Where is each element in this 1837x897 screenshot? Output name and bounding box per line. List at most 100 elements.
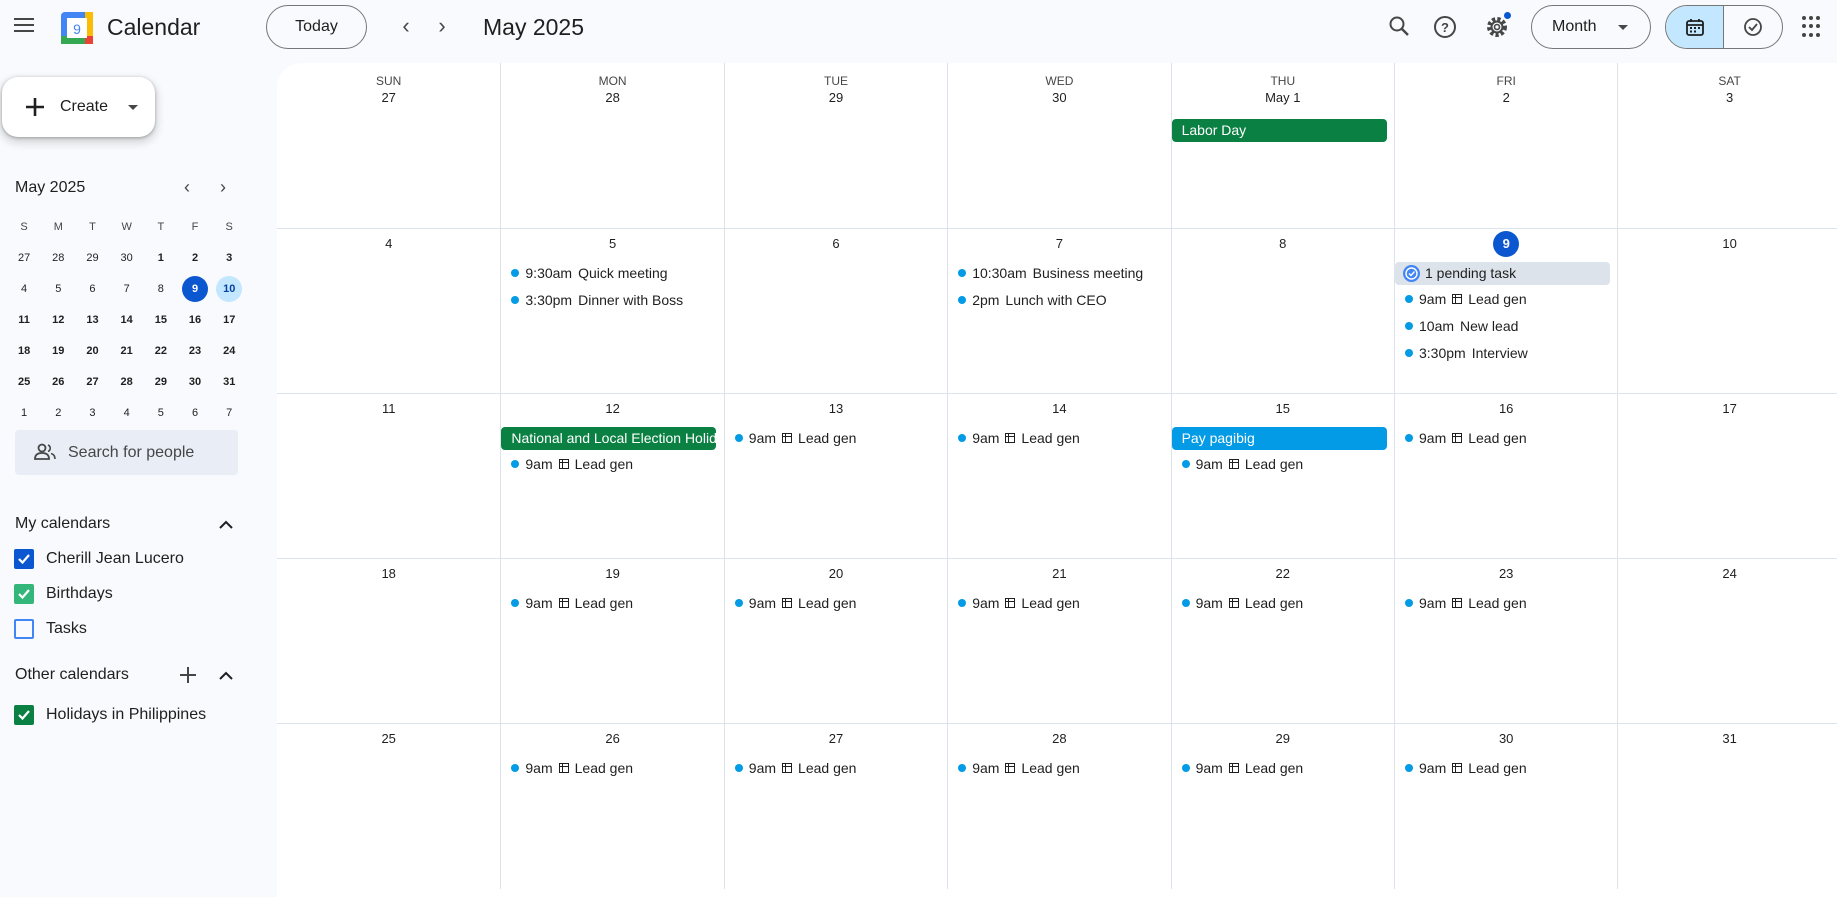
mini-calendar-day[interactable]: 8 <box>144 273 178 304</box>
mini-calendar-day[interactable]: 1 <box>7 397 41 428</box>
mini-calendar-day[interactable]: 21 <box>110 335 144 366</box>
date-number[interactable]: 10 <box>1618 231 1837 257</box>
mini-calendar-prev-chevron-icon[interactable]: ‹ <box>184 177 190 198</box>
mini-calendar-day[interactable]: 29 <box>75 242 109 273</box>
day-cell[interactable]: 16 9am Lead gen <box>1394 394 1617 559</box>
date-number[interactable]: 29 <box>1172 726 1394 752</box>
mini-calendar-day[interactable]: 24 <box>212 335 246 366</box>
day-cell[interactable]: 8 <box>1170 229 1394 394</box>
day-cell[interactable]: 19 9am Lead gen <box>500 559 723 724</box>
mini-calendar-day[interactable]: 14 <box>110 304 144 335</box>
date-number[interactable]: 3 <box>1618 85 1837 111</box>
mini-calendar-day[interactable]: 27 <box>75 366 109 397</box>
mini-calendar-day[interactable]: 19 <box>41 335 75 366</box>
collapse-other-calendars-chevron-up-icon[interactable] <box>218 668 234 684</box>
timed-event[interactable]: 9am Lead gen <box>1181 757 1392 779</box>
day-cell[interactable]: 10 <box>1617 229 1837 394</box>
calendar-view-toggle[interactable] <box>1666 6 1725 48</box>
day-cell[interactable]: 24 <box>1617 559 1837 724</box>
checked-checkbox[interactable] <box>14 549 34 569</box>
day-cell[interactable]: FRI 2 <box>1394 63 1617 228</box>
timed-event[interactable]: 9am Lead gen <box>511 592 721 614</box>
timed-event[interactable]: 9am Lead gen <box>958 757 1168 779</box>
day-cell[interactable]: SUN 27 <box>277 63 500 228</box>
help-icon[interactable]: ? <box>1430 12 1460 42</box>
mini-calendar-day[interactable]: 20 <box>75 335 109 366</box>
today-button[interactable]: Today <box>266 5 367 49</box>
date-number[interactable]: 12 <box>501 396 723 422</box>
mini-calendar-day[interactable]: 23 <box>178 335 212 366</box>
date-number[interactable]: 25 <box>277 726 500 752</box>
date-number[interactable]: 27 <box>277 85 500 111</box>
create-button[interactable]: Create <box>2 77 155 137</box>
timed-event[interactable]: 9am Lead gen <box>1181 453 1392 475</box>
day-cell[interactable]: 22 9am Lead gen <box>1170 559 1394 724</box>
day-cell[interactable]: 28 9am Lead gen <box>947 724 1170 889</box>
day-cell[interactable]: 14 9am Lead gen <box>947 394 1170 559</box>
date-number[interactable]: 26 <box>501 726 723 752</box>
date-number[interactable]: 27 <box>725 726 947 752</box>
timed-event[interactable]: 9am Lead gen <box>958 427 1168 449</box>
day-cell[interactable]: 17 <box>1617 394 1837 559</box>
timed-event[interactable]: 3:30pm Dinner with Boss <box>511 289 721 311</box>
timed-event[interactable]: 2pm Lunch with CEO <box>958 289 1168 311</box>
search-icon[interactable] <box>1384 12 1414 42</box>
mini-calendar-day[interactable]: 4 <box>110 397 144 428</box>
unchecked-checkbox[interactable] <box>14 619 34 639</box>
mini-calendar-day[interactable]: 25 <box>7 366 41 397</box>
timed-event[interactable]: 9am Lead gen <box>734 592 945 614</box>
mini-calendar-day[interactable]: 16 <box>178 304 212 335</box>
date-number[interactable]: 20 <box>725 561 947 587</box>
checked-checkbox[interactable] <box>14 584 34 604</box>
mini-calendar-day[interactable]: 1 <box>144 242 178 273</box>
date-number[interactable]: 2 <box>1395 85 1617 111</box>
timed-event[interactable]: 9am Lead gen <box>1405 288 1615 310</box>
mini-calendar-day[interactable]: 27 <box>7 242 41 273</box>
date-number[interactable]: 17 <box>1618 396 1837 422</box>
next-period-chevron-icon[interactable]: › <box>430 14 454 38</box>
checked-checkbox[interactable] <box>14 705 34 725</box>
date-number[interactable]: 13 <box>725 396 947 422</box>
date-number[interactable]: 30 <box>1395 726 1617 752</box>
calendar-list-item[interactable]: Cherill Jean Lucero <box>14 546 254 570</box>
previous-period-chevron-icon[interactable]: ‹ <box>394 14 418 38</box>
day-cell[interactable]: 21 9am Lead gen <box>947 559 1170 724</box>
day-cell[interactable]: 27 9am Lead gen <box>723 724 947 889</box>
timed-event[interactable]: 9am Lead gen <box>511 757 721 779</box>
date-number[interactable]: 28 <box>948 726 1170 752</box>
calendar-list-item[interactable]: Tasks <box>14 616 254 640</box>
date-number[interactable]: 11 <box>277 396 500 422</box>
date-number[interactable]: 23 <box>1395 561 1617 587</box>
my-calendars-heading[interactable]: My calendars <box>15 515 110 533</box>
date-number[interactable]: 21 <box>948 561 1170 587</box>
mini-calendar-day[interactable]: 4 <box>7 273 41 304</box>
all-day-event-chip[interactable]: Labor Day <box>1171 119 1387 142</box>
date-number[interactable]: 24 <box>1618 561 1837 587</box>
day-cell[interactable]: 6 <box>723 229 947 394</box>
day-cell[interactable]: 23 9am Lead gen <box>1394 559 1617 724</box>
day-cell[interactable]: 18 <box>277 559 500 724</box>
date-number[interactable]: 30 <box>948 85 1170 111</box>
day-cell[interactable]: SAT 3 <box>1617 63 1837 228</box>
day-cell[interactable]: MON 28 <box>500 63 723 228</box>
timed-event[interactable]: 9am Lead gen <box>734 757 945 779</box>
day-cell[interactable]: 4 <box>277 229 500 394</box>
day-cell[interactable]: 12 National and Local Election Holiday 9am… <box>500 394 723 559</box>
main-menu-icon[interactable] <box>12 14 36 38</box>
day-cell[interactable]: 15 Pay pagibig 9am Lead gen <box>1170 394 1394 559</box>
tasks-view-toggle[interactable] <box>1724 6 1782 48</box>
day-cell[interactable]: THU May 1 Labor Day <box>1170 63 1394 228</box>
day-cell[interactable]: 20 9am Lead gen <box>723 559 947 724</box>
mini-calendar-day[interactable]: 2 <box>41 397 75 428</box>
view-switcher-button[interactable]: Month <box>1531 5 1651 49</box>
date-number[interactable]: 31 <box>1618 726 1837 752</box>
mini-calendar-day[interactable]: 18 <box>7 335 41 366</box>
mini-calendar-day[interactable]: 11 <box>7 304 41 335</box>
mini-calendar-day[interactable]: 7 <box>212 397 246 428</box>
date-number[interactable]: 28 <box>501 85 723 111</box>
mini-calendar-day[interactable]: 17 <box>212 304 246 335</box>
date-number[interactable]: 22 <box>1172 561 1394 587</box>
search-for-people-field[interactable]: Search for people <box>15 430 238 475</box>
date-number[interactable]: 5 <box>501 231 723 257</box>
date-number[interactable]: 4 <box>277 231 500 257</box>
